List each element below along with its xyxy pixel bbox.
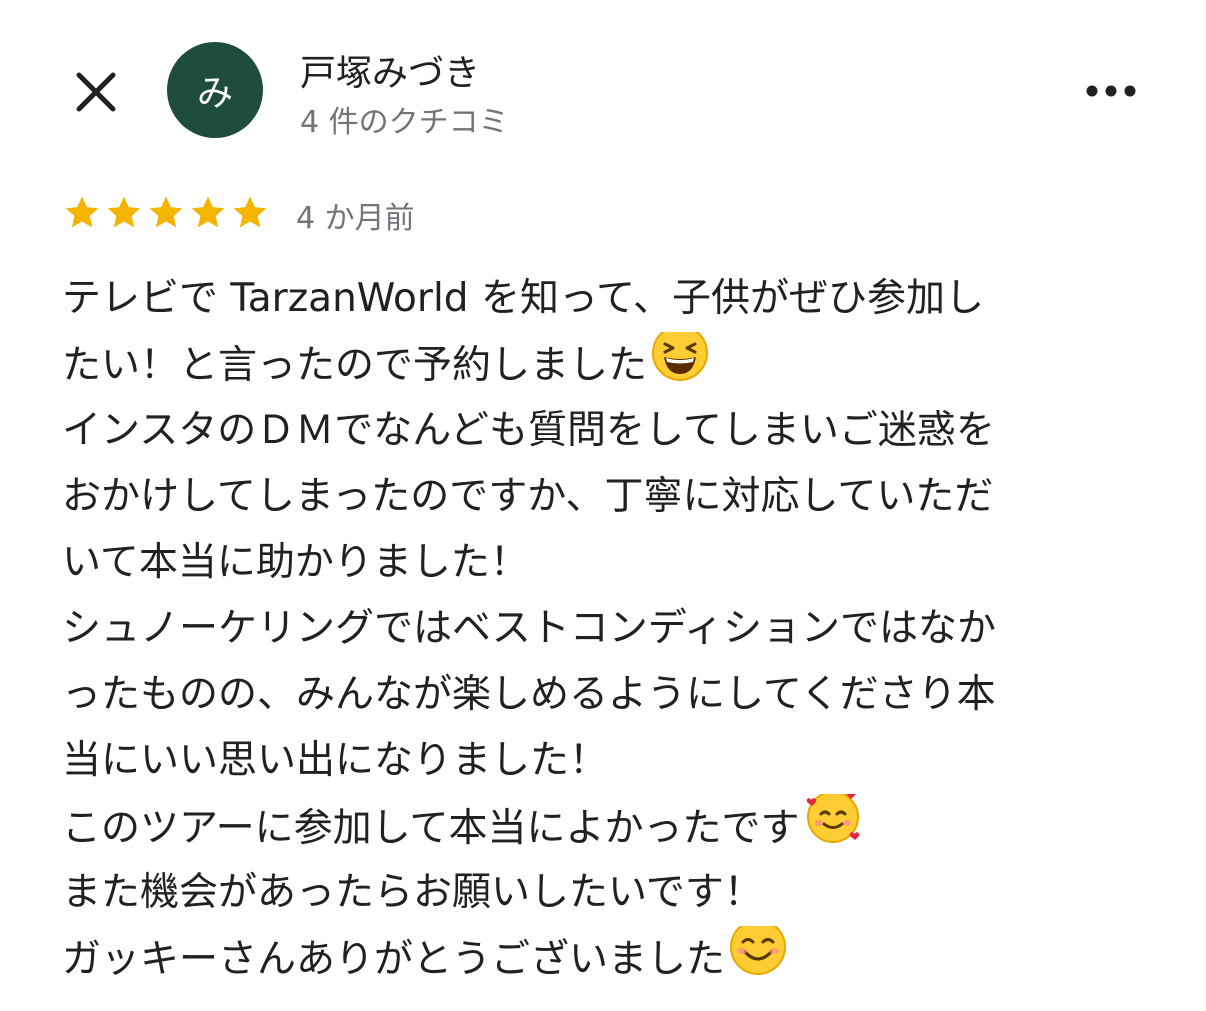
review-line: ガッキーさんありがとうございました bbox=[62, 926, 1152, 992]
review-line: インスタのＤＭでなんども質問をしてしまいご迷惑を bbox=[62, 408, 995, 453]
review-line: 当にいい思い出になりました！ bbox=[62, 738, 609, 783]
review-line: いて本当に助かりました！ bbox=[62, 540, 529, 585]
grinning-squinting-face-icon bbox=[651, 332, 709, 398]
star-icon bbox=[146, 193, 186, 233]
star-icon bbox=[188, 193, 228, 233]
smiling-face-icon bbox=[729, 926, 787, 992]
review-line: おかけしてしまったのですか、丁寧に対応していただ bbox=[62, 474, 994, 519]
review-line: このツアーに参加して本当によかったです bbox=[62, 794, 1152, 860]
avatar[interactable]: み bbox=[167, 42, 263, 138]
smiling-face-with-hearts-icon bbox=[804, 794, 864, 860]
more-horizontal-icon bbox=[1086, 85, 1136, 97]
review-line: たい！と言ったので予約しました bbox=[62, 332, 1152, 398]
star-icon bbox=[104, 193, 144, 233]
review-body: テレビで TarzanWorld を知って、子供がぜひ参加し たい！と言ったので… bbox=[62, 266, 1152, 992]
star-icon bbox=[62, 193, 102, 233]
avatar-initial: み bbox=[196, 73, 233, 114]
review-sheet: み 戸塚みづき 4 件のクチコミ 4 か月前 テレビで TarzanWorld … bbox=[0, 0, 1206, 1011]
review-line: シュノーケリングではベストコンディションではなか bbox=[62, 606, 997, 651]
review-time: 4 か月前 bbox=[296, 201, 415, 236]
review-line: また機会があったらお願いしたいです！ bbox=[62, 870, 763, 915]
close-button[interactable] bbox=[62, 58, 130, 126]
review-count[interactable]: 4 件のクチコミ bbox=[300, 97, 509, 141]
review-line: ったものの、みんなが楽しめるようにしてくださり本 bbox=[62, 672, 996, 717]
star-icon bbox=[230, 193, 270, 233]
close-icon bbox=[76, 72, 116, 112]
review-line: テレビで TarzanWorld を知って、子供がぜひ参加し bbox=[62, 276, 985, 321]
reviewer-name[interactable]: 戸塚みづき bbox=[300, 44, 480, 96]
more-options-button[interactable] bbox=[1076, 66, 1146, 116]
star-rating bbox=[62, 193, 270, 233]
